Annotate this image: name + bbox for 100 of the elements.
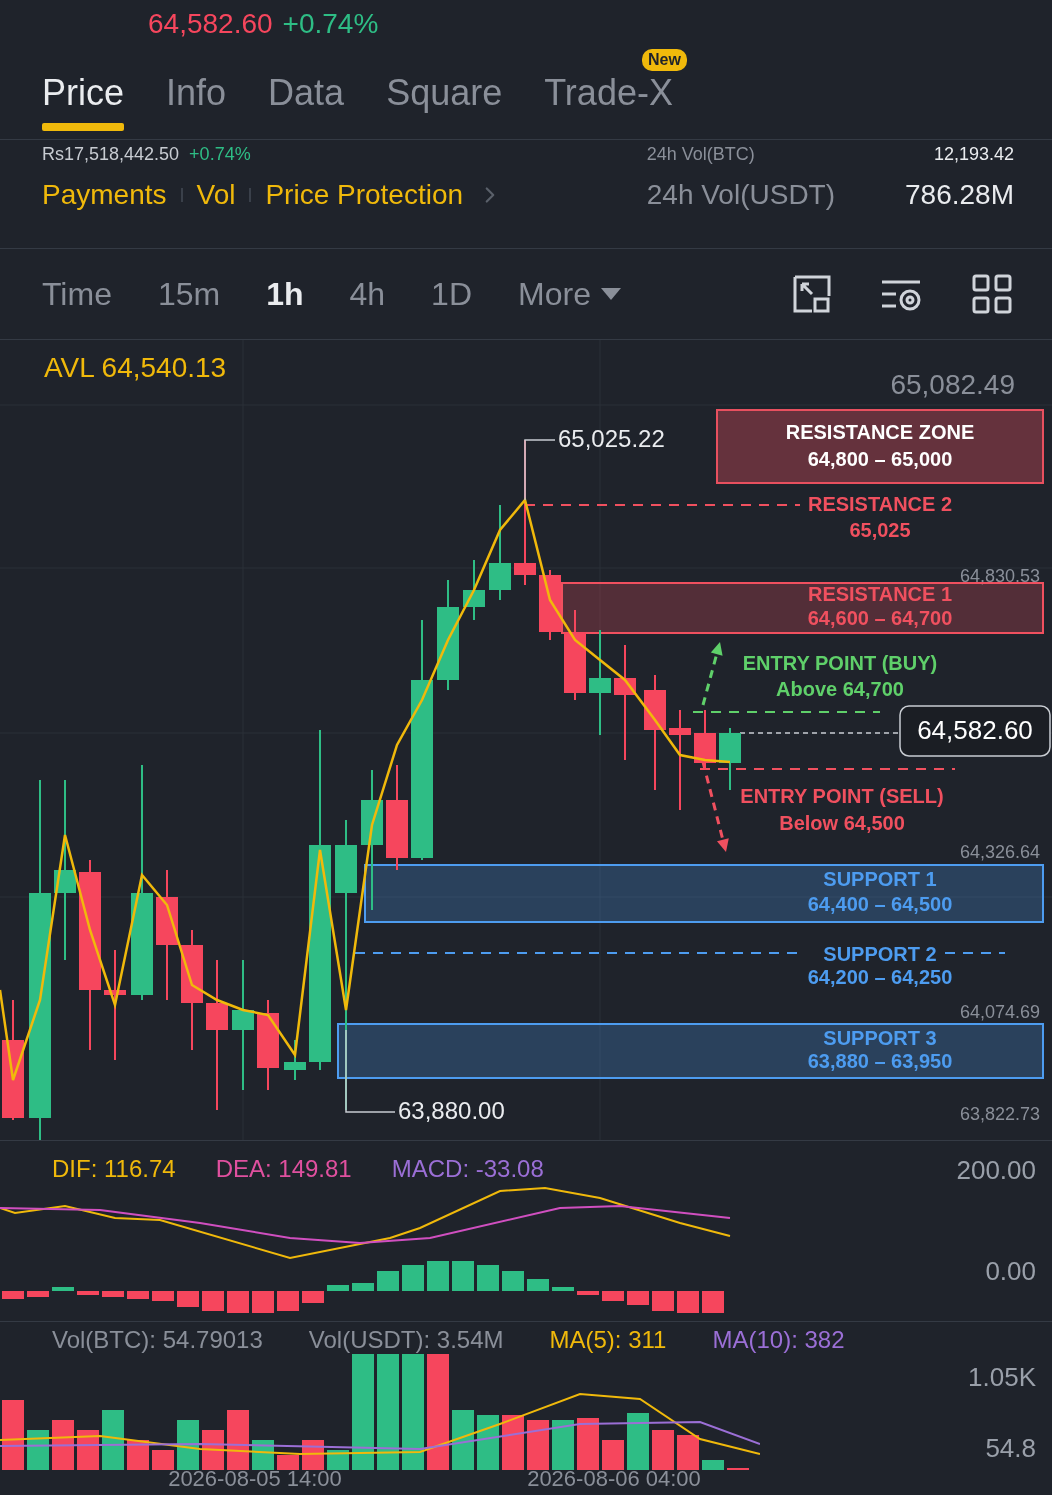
volume-bar bbox=[627, 1413, 649, 1470]
tab[interactable]: Info bbox=[166, 48, 227, 131]
annotation-value: 64,600 – 64,700 bbox=[807, 607, 953, 630]
high-price-label: 65,025.22 bbox=[558, 425, 665, 453]
volume-bar bbox=[527, 1420, 549, 1470]
volume-bar bbox=[652, 1430, 674, 1470]
last-price-label: 64,582.60 bbox=[917, 714, 1033, 745]
price-change: +0.74% bbox=[282, 8, 379, 40]
histogram-bar bbox=[202, 1291, 224, 1311]
level-line bbox=[944, 952, 1006, 954]
stat-value: 12,193.42 bbox=[933, 144, 1014, 165]
annotation-title: SUPPORT 3 bbox=[823, 1027, 937, 1050]
annotation-title: ENTRY POINT (SELL) bbox=[740, 785, 944, 808]
tab[interactable]: Square bbox=[386, 48, 503, 131]
grid-icon[interactable] bbox=[972, 274, 1012, 314]
interval-tab[interactable]: 1D bbox=[431, 275, 472, 313]
histogram-bar bbox=[577, 1291, 599, 1295]
annotation-value: Above 64,700 bbox=[776, 678, 904, 701]
volume-bar bbox=[102, 1410, 124, 1470]
macd-axis-label: 200.00 bbox=[956, 1155, 1036, 1186]
volume-bar bbox=[552, 1420, 574, 1470]
histogram-bar bbox=[177, 1291, 199, 1307]
histogram-bar bbox=[102, 1291, 124, 1297]
caret-down-icon bbox=[600, 288, 621, 300]
last-price: 64,582.60 bbox=[148, 8, 273, 40]
histogram-bar bbox=[702, 1291, 724, 1313]
tab[interactable]: Data bbox=[268, 48, 345, 131]
histogram-bar bbox=[152, 1291, 174, 1301]
annotation-title: RESISTANCE 2 bbox=[807, 493, 953, 516]
histogram-bar bbox=[52, 1287, 74, 1291]
candlestick bbox=[719, 727, 741, 791]
histogram-bar bbox=[227, 1291, 249, 1313]
tab[interactable]: Price bbox=[42, 48, 125, 131]
indicator-label: DIF: 116.74 bbox=[52, 1155, 176, 1183]
fiat-price: Rs17,518,442.50 bbox=[42, 144, 180, 165]
volume-bar bbox=[677, 1435, 699, 1470]
volume-bar bbox=[702, 1460, 724, 1470]
volume-bar bbox=[602, 1440, 624, 1470]
fiat-change: +0.74% bbox=[189, 144, 251, 165]
annotation-value: Below 64,500 bbox=[779, 812, 905, 835]
histogram-bar bbox=[677, 1291, 699, 1313]
volume-bar bbox=[2, 1400, 24, 1470]
chart-frame-icon[interactable] bbox=[792, 274, 832, 314]
histogram-bar bbox=[627, 1291, 649, 1305]
histogram-bar bbox=[77, 1291, 99, 1295]
volume-bar bbox=[227, 1410, 249, 1470]
more-dropdown[interactable]: More bbox=[518, 275, 621, 313]
info-link[interactable]: Vol bbox=[196, 179, 236, 211]
stat-label: 24h Vol(BTC) bbox=[646, 144, 755, 165]
stat-value: 786.28M bbox=[905, 179, 1014, 211]
annotation-value: 65,025 bbox=[849, 519, 911, 542]
histogram-bar bbox=[652, 1291, 674, 1311]
volume-bar bbox=[277, 1455, 299, 1470]
candlestick bbox=[694, 709, 716, 771]
volume-label: Vol(USDT): 3.54M bbox=[308, 1326, 504, 1354]
volume-bar bbox=[177, 1420, 199, 1470]
annotation-value: 63,880 – 63,950 bbox=[807, 1050, 953, 1073]
stat-label: 24h Vol(USDT) bbox=[646, 179, 836, 211]
volume-bar bbox=[577, 1418, 599, 1470]
histogram-bar bbox=[552, 1287, 574, 1291]
time-axis-label: 2026-08-06 04:00 bbox=[527, 1466, 701, 1491]
histogram-bar bbox=[352, 1283, 374, 1291]
indicator-label: DEA: 149.81 bbox=[215, 1155, 352, 1183]
leader-line bbox=[524, 439, 556, 501]
indicator-label: MACD: -33.08 bbox=[391, 1155, 544, 1183]
histogram-bar bbox=[602, 1291, 624, 1301]
volume-bar bbox=[452, 1410, 474, 1470]
info-link[interactable]: Payments bbox=[42, 179, 167, 211]
volume-axis-label: 1.05K bbox=[968, 1362, 1036, 1393]
interval-tab[interactable]: Time bbox=[42, 275, 112, 313]
histogram-bar bbox=[327, 1285, 349, 1291]
volume-bar bbox=[152, 1450, 174, 1470]
interval-tab[interactable]: 4h bbox=[349, 275, 386, 313]
annotation-value: 64,200 – 64,250 bbox=[807, 966, 953, 989]
histogram-bar bbox=[452, 1261, 474, 1291]
histogram-bar bbox=[302, 1291, 324, 1303]
volume-label: MA(5): 311 bbox=[549, 1326, 667, 1354]
time-axis-label: 2026-08-05 14:00 bbox=[168, 1466, 342, 1491]
tab[interactable]: New Trade-X bbox=[544, 48, 687, 131]
avl-label: AVL 64,540.13 bbox=[44, 352, 227, 384]
histogram-bar bbox=[427, 1261, 449, 1291]
volume-bar bbox=[327, 1450, 349, 1470]
price-axis-label: 64,074.69 bbox=[959, 1001, 1040, 1022]
candlestick bbox=[284, 1039, 306, 1081]
interval-tab[interactable]: 15m bbox=[157, 275, 221, 313]
histogram-bar bbox=[402, 1265, 424, 1291]
annotation-value: 64,400 – 64,500 bbox=[807, 893, 953, 916]
price-axis-label: 64,830.53 bbox=[959, 565, 1040, 586]
candlestick bbox=[539, 569, 561, 641]
histogram-bar bbox=[477, 1265, 499, 1291]
volume-label: Vol(BTC): 54.79013 bbox=[52, 1326, 263, 1354]
histogram-bar bbox=[277, 1291, 299, 1311]
low-price-label: 63,880.00 bbox=[398, 1097, 505, 1125]
volume-bar bbox=[52, 1420, 74, 1470]
annotation-title: ENTRY POINT (BUY) bbox=[742, 652, 938, 675]
interval-tab[interactable]: 1h bbox=[266, 275, 304, 313]
histogram-bar bbox=[377, 1271, 399, 1291]
volume-bar bbox=[27, 1430, 49, 1470]
info-link[interactable]: Price Protection bbox=[265, 179, 464, 211]
volume-bar bbox=[77, 1430, 99, 1470]
